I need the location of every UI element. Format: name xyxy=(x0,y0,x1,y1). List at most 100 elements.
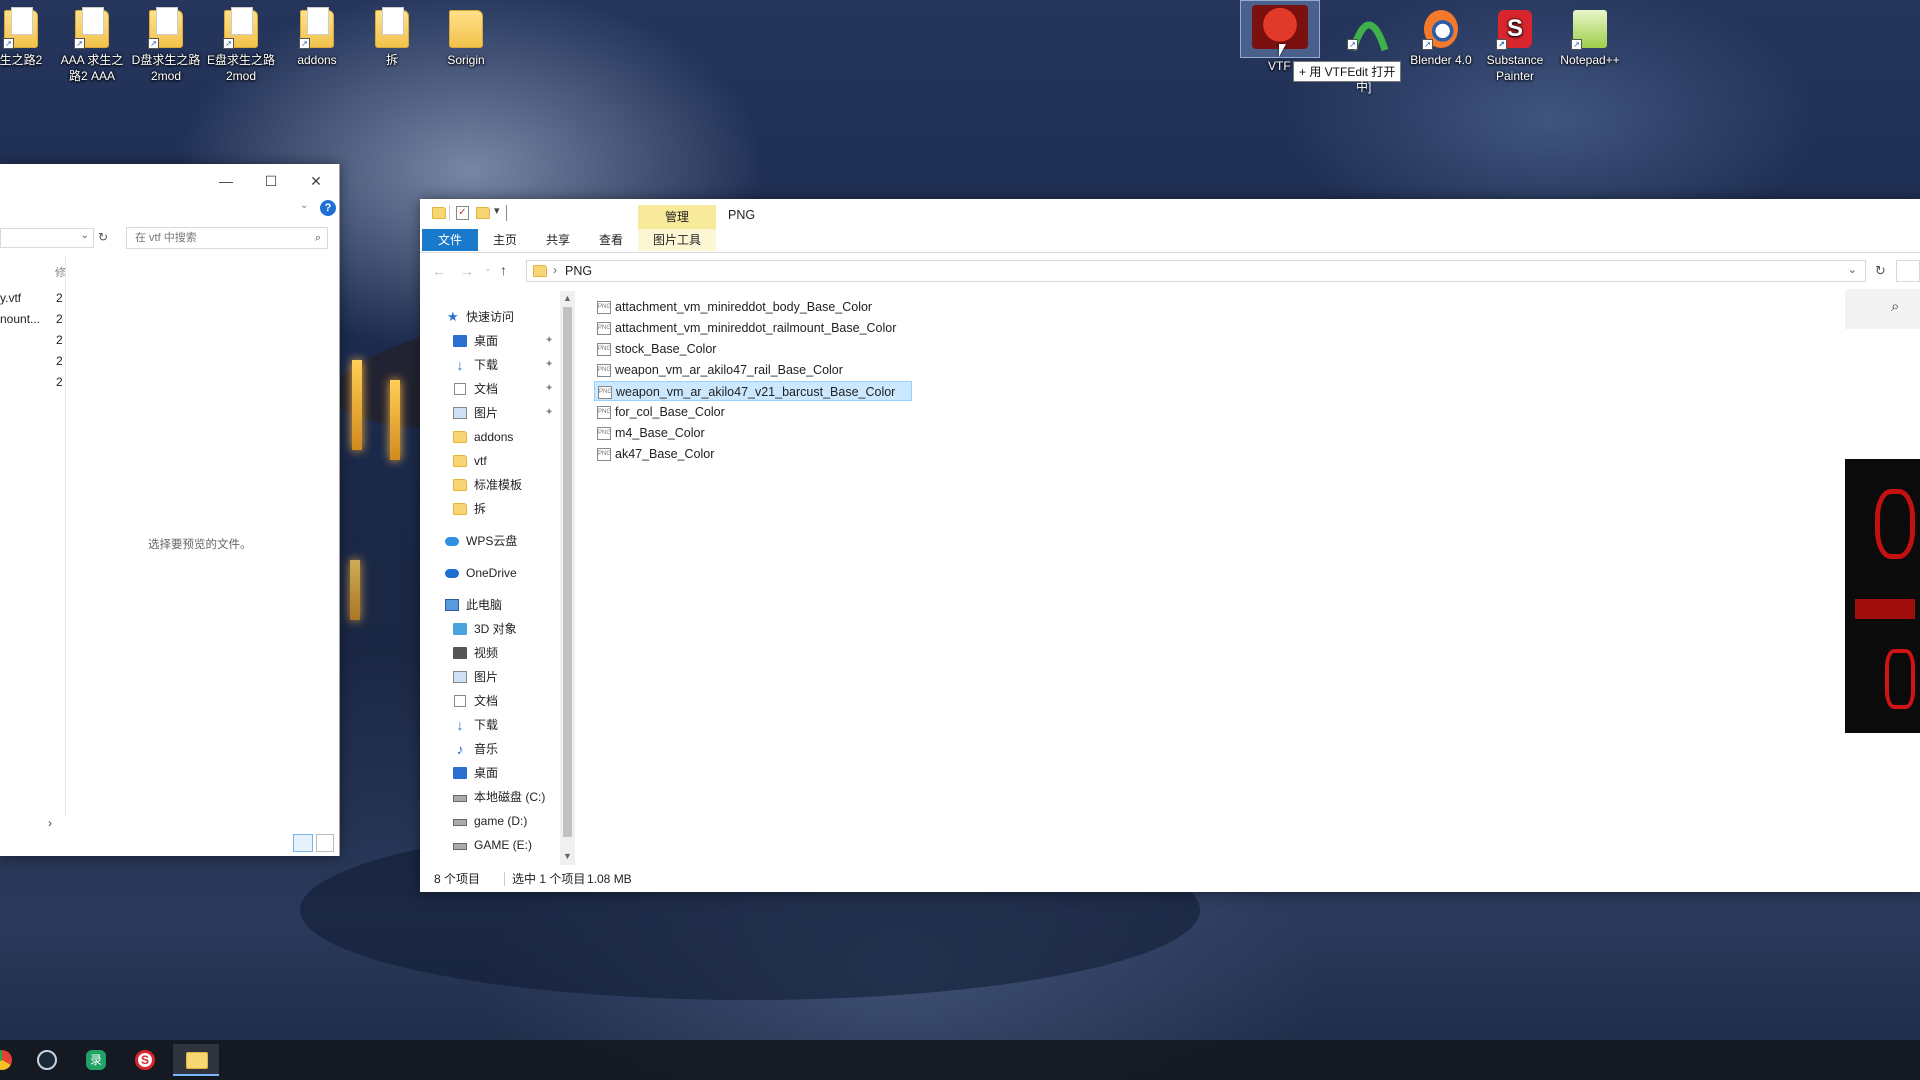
nav-item-wps-cloud[interactable]: WPS云盘 xyxy=(420,530,556,552)
file-col-value: 2 xyxy=(56,354,63,368)
nav-item-vtf[interactable]: vtf xyxy=(420,450,556,472)
file-name: m4_Base_Color xyxy=(615,426,705,440)
details-view-icon[interactable] xyxy=(293,834,313,852)
taskbar-steam[interactable] xyxy=(27,1044,67,1076)
nav-item-downloads-pc[interactable]: ↓ 下载 xyxy=(420,714,556,736)
scroll-down-icon[interactable]: ▼ xyxy=(563,851,572,861)
download-icon: ↓ xyxy=(456,357,464,373)
nav-item-videos[interactable]: 视频 xyxy=(420,642,556,664)
desktop-icon-green-app[interactable]: ↗ xyxy=(1330,6,1402,52)
list-item[interactable]: 2 xyxy=(0,330,70,350)
nav-item-desktop-pc[interactable]: 桌面 xyxy=(420,762,556,784)
nav-item-onedrive[interactable]: OneDrive xyxy=(420,562,556,584)
desktop-icon-substance-painter[interactable]: S ↗ Substance Painter xyxy=(1479,6,1551,84)
shortcut-arrow-icon: ↗ xyxy=(299,38,310,49)
nav-item-documents-pc[interactable]: 文档 xyxy=(420,690,556,712)
large-icons-view-icon[interactable] xyxy=(316,834,334,852)
nav-item-addons[interactable]: addons xyxy=(420,426,556,448)
taskbar-file-explorer[interactable] xyxy=(173,1044,219,1076)
nav-label: 图片 xyxy=(474,670,499,684)
maximize-button[interactable]: ☐ xyxy=(248,170,294,192)
address-dropdown-icon[interactable]: ⌄ xyxy=(81,230,89,241)
list-item[interactable]: nount... 2 xyxy=(0,309,70,329)
nav-item-desktop[interactable]: 桌面 ✦ xyxy=(420,330,556,352)
close-button[interactable]: ✕ xyxy=(293,170,339,192)
nav-item-3d-objects[interactable]: 3D 对象 xyxy=(420,618,556,640)
nav-item-templates[interactable]: 标准模板 xyxy=(420,474,556,496)
zoom-icon[interactable]: ⌕ xyxy=(1891,298,1899,315)
address-bar[interactable]: ⌄ xyxy=(0,228,94,248)
scroll-right-chevron-icon[interactable]: › xyxy=(48,816,52,830)
nav-item-drive-d[interactable]: game (D:) xyxy=(420,810,556,832)
nav-quick-access[interactable]: ★ 快速访问 xyxy=(420,306,556,328)
file-item[interactable]: PNG stock_Base_Color xyxy=(594,339,732,359)
scroll-up-icon[interactable]: ▲ xyxy=(563,293,572,303)
substance-painter-icon: S xyxy=(135,1050,155,1070)
taskbar-chrome[interactable] xyxy=(0,1044,22,1076)
nav-item-downloads[interactable]: ↓ 下载 ✦ xyxy=(420,354,556,376)
file-name: nount... xyxy=(0,312,41,326)
minimize-button[interactable]: — xyxy=(203,170,249,192)
ribbon-expand-chevron-icon[interactable]: ⌄ xyxy=(300,200,308,211)
properties-icon[interactable]: ✓ xyxy=(456,206,469,220)
taskbar-recorder[interactable]: 录 xyxy=(76,1044,116,1076)
taskbar-substance-painter[interactable]: S xyxy=(125,1044,165,1076)
desktop-icon-blender[interactable]: ↗ Blender 4.0 xyxy=(1405,6,1477,68)
folder-icon xyxy=(453,503,467,515)
desktop-icon-aaa[interactable]: ↗ AAA 求生之路2 AAA xyxy=(56,6,128,84)
desktop-icon-chai[interactable]: 拆 xyxy=(356,6,428,68)
tab-home[interactable]: 主页 xyxy=(478,229,532,251)
file-item[interactable]: PNG attachment_vm_minireddot_railmount_Ba… xyxy=(594,318,912,338)
list-item[interactable]: y.vtf 2 xyxy=(0,288,70,308)
desktop-icon-notepadpp[interactable]: ↗ Notepad++ xyxy=(1554,6,1626,68)
title-bar[interactable]: ✓ ▾ 管理 PNG xyxy=(420,199,1920,229)
file-item-selected[interactable]: PNG weapon_vm_ar_akilo47_v21_barcust_Base… xyxy=(594,381,913,401)
file-item[interactable]: PNG weapon_vm_ar_akilo47_rail_Base_Color xyxy=(594,360,859,380)
nav-item-pictures[interactable]: 图片 ✦ xyxy=(420,402,556,424)
list-item[interactable]: 2 xyxy=(0,372,70,392)
recent-locations-chevron-icon[interactable]: ⌄ xyxy=(484,263,492,274)
up-arrow-icon[interactable]: ↑ xyxy=(500,262,507,278)
tab-share[interactable]: 共享 xyxy=(532,229,584,251)
scroll-thumb[interactable] xyxy=(563,307,572,837)
help-icon[interactable]: ? xyxy=(320,200,336,216)
tab-file[interactable]: 文件 xyxy=(422,229,478,251)
breadcrumb-separator-icon[interactable]: › xyxy=(553,263,557,277)
file-item[interactable]: PNG attachment_vm_minireddot_body_Base_Co… xyxy=(594,297,888,317)
search-input[interactable]: 在 vtf 中搜索 ⌕ xyxy=(126,227,328,249)
nav-item-documents[interactable]: 文档 ✦ xyxy=(420,378,556,400)
tab-picture-tools[interactable]: 图片工具 xyxy=(638,229,716,251)
forward-arrow-icon[interactable]: → xyxy=(460,263,474,279)
refresh-icon[interactable]: ↻ xyxy=(1875,263,1886,279)
desktop-icon-l4d2[interactable]: ↗ 生之路2 xyxy=(0,6,57,68)
green-arc-app-icon: ↗ xyxy=(1347,10,1389,52)
tab-view[interactable]: 查看 xyxy=(584,229,638,251)
desktop-icon-d-mod[interactable]: ↗ D盘求生之路2mod xyxy=(130,6,202,84)
qat-dropdown-icon[interactable]: ▾ xyxy=(494,204,500,217)
file-item[interactable]: PNG m4_Base_Color xyxy=(594,423,721,443)
new-folder-icon[interactable] xyxy=(476,207,490,219)
back-arrow-icon[interactable]: ← xyxy=(432,263,446,279)
desktop-icon-e-mod[interactable]: ↗ E盘求生之路2mod xyxy=(205,6,277,84)
desktop-icon-addons[interactable]: ↗ addons xyxy=(281,6,353,68)
preview-pane-text: 选择要预览的文件。 xyxy=(148,539,252,551)
context-tab-manage[interactable]: 管理 xyxy=(638,205,716,229)
nav-item-chai[interactable]: 拆 xyxy=(420,498,556,520)
nav-item-drive-c[interactable]: 本地磁盘 (C:) xyxy=(420,786,556,808)
file-item[interactable]: PNG ak47_Base_Color xyxy=(594,444,730,464)
nav-item-this-pc[interactable]: 此电脑 xyxy=(420,594,556,616)
nav-scrollbar[interactable]: ▲ ▼ xyxy=(560,291,575,865)
address-bar[interactable]: › PNG ⌄ xyxy=(526,260,1866,282)
file-item[interactable]: PNG for_col_Base_Color xyxy=(594,402,741,422)
search-input[interactable] xyxy=(1896,260,1920,282)
status-divider xyxy=(504,872,505,886)
nav-item-pictures-pc[interactable]: 图片 xyxy=(420,666,556,688)
refresh-icon[interactable]: ↻ xyxy=(98,230,108,244)
address-dropdown-icon[interactable]: ⌄ xyxy=(1848,263,1857,276)
nav-item-music[interactable]: ♪ 音乐 xyxy=(420,738,556,760)
nav-item-drive-e[interactable]: GAME (E:) xyxy=(420,834,556,856)
pane-divider[interactable] xyxy=(65,256,66,816)
breadcrumb-png[interactable]: PNG xyxy=(565,264,592,278)
list-item[interactable]: 2 xyxy=(0,351,70,371)
desktop-icon-sorigin[interactable]: Sorigin xyxy=(430,6,502,68)
